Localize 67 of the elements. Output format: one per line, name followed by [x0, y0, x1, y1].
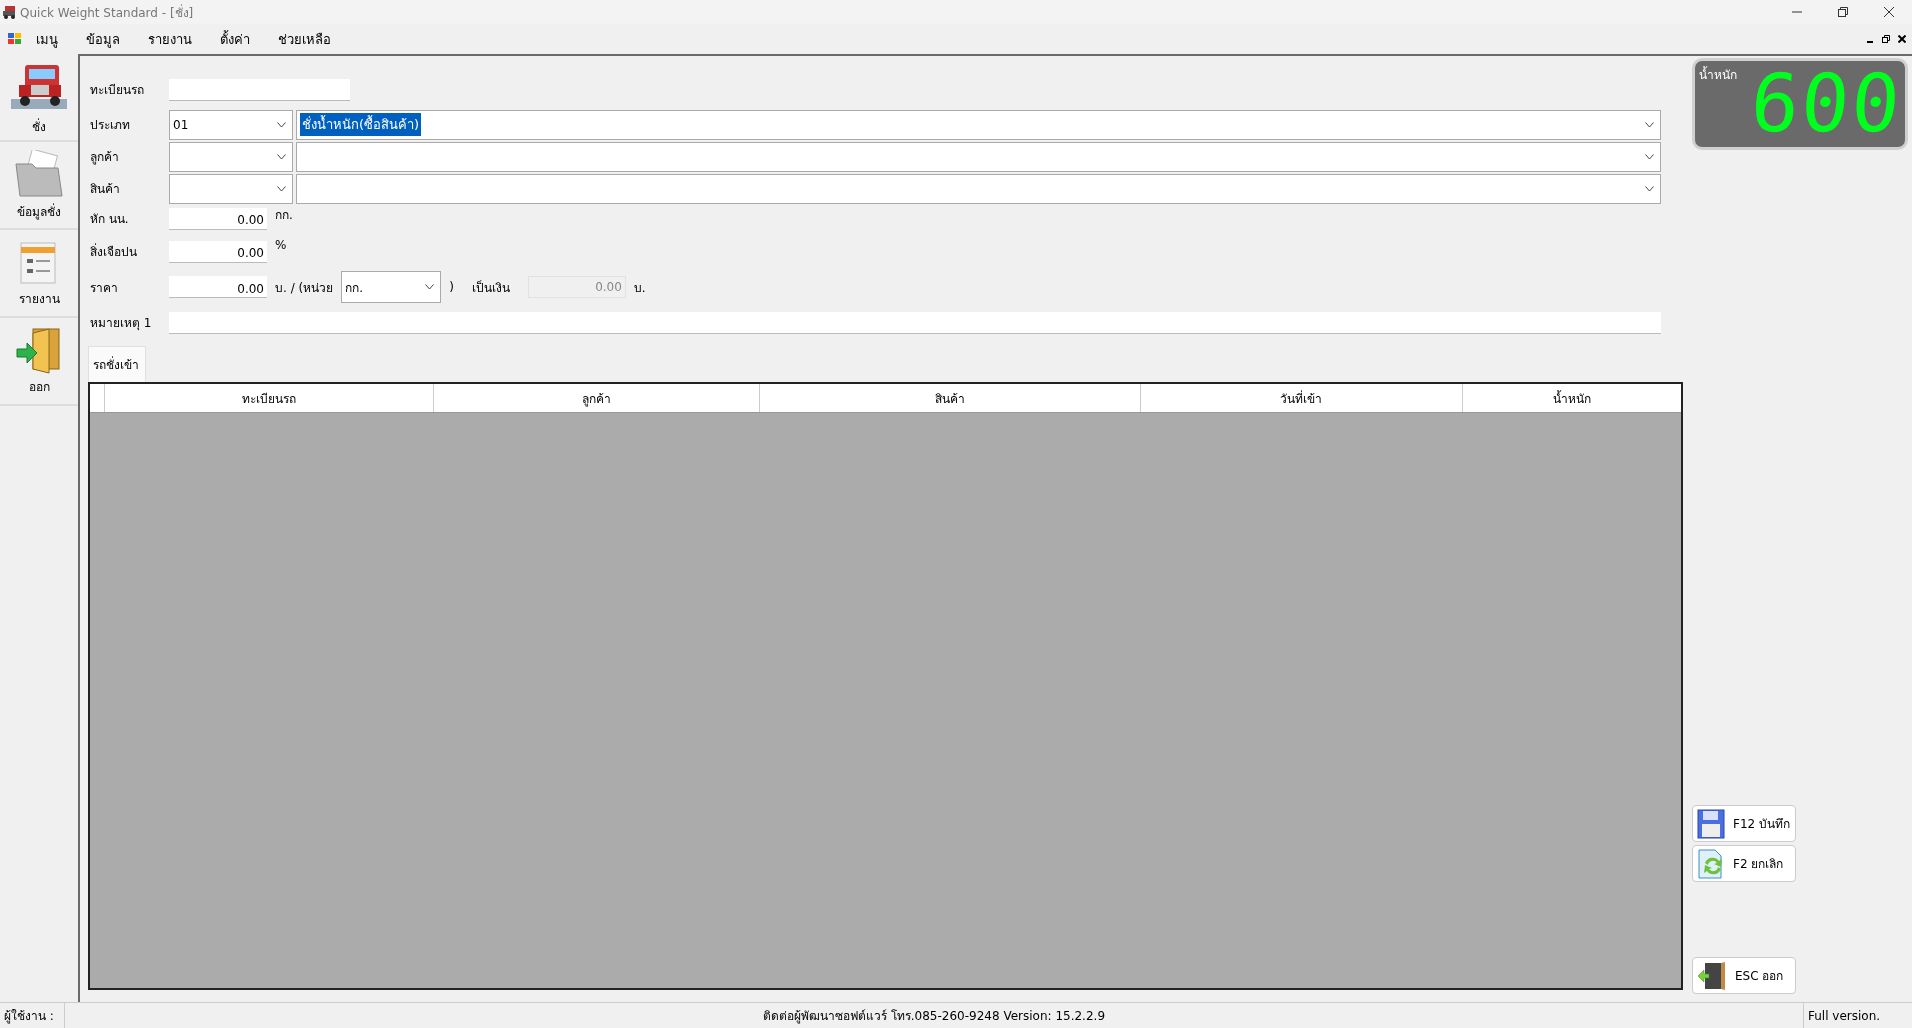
caret-icon: [277, 185, 286, 192]
window-title: Quick Weight Standard - [ชั่ง]: [20, 3, 194, 22]
field-label: สิ่งเจือปน: [89, 242, 138, 261]
field-label: หัก นน.: [89, 211, 130, 228]
menu-item[interactable]: ข้อมูล: [82, 26, 124, 52]
folder-icon: [14, 149, 64, 200]
door-arrow-icon: [1697, 960, 1727, 991]
column-header[interactable]: น้ำหนัก: [1461, 384, 1681, 412]
type-code-dropdown[interactable]: 01: [169, 109, 293, 140]
door-arrow-icon: [15, 326, 63, 375]
field-label: ลูกค้า: [89, 149, 120, 166]
caret-icon: [1645, 185, 1654, 192]
save-button[interactable]: F12 บันทึก: [1692, 805, 1796, 842]
caret-icon: [1645, 121, 1654, 128]
field-label: ทะเบียนรถ: [89, 82, 145, 99]
cancel-button[interactable]: F2 ยกเลิก: [1692, 845, 1796, 882]
close-icon[interactable]: [1898, 35, 1906, 43]
caret-icon: [277, 153, 286, 160]
price-input[interactable]: 0.00: [169, 276, 267, 298]
unit-label: บ. / (หน่วย: [275, 279, 334, 297]
deduction-input[interactable]: 0.00: [169, 207, 267, 230]
weight-value: 600: [1747, 61, 1904, 147]
field-label: ประเภท: [89, 117, 131, 134]
product-name-dropdown[interactable]: [296, 173, 1661, 204]
status-text: ติดต่อผู้พัฒนาซอฟต์แวร์ โทร.085-260-9248 Version: 15.2.2.9: [761, 1008, 1107, 1026]
sidebar-item[interactable]: ออก: [0, 318, 78, 406]
column-header[interactable]: สินค้า: [758, 384, 1141, 412]
sidebar-item[interactable]: ชั่ง: [0, 54, 78, 142]
menu-item[interactable]: ตั้งค่า: [216, 26, 254, 52]
refresh-document-icon: [1697, 848, 1725, 879]
sidebar-item[interactable]: ข้อมูลชั่ง: [0, 142, 78, 230]
amount-label: เป็นเงิน: [471, 279, 510, 297]
weight-label: น้ำหนัก: [1699, 65, 1737, 84]
grid-icon[interactable]: [8, 33, 22, 45]
user-label: ผู้ใช้งาน :: [0, 1003, 65, 1028]
impurity-input[interactable]: 0.00: [169, 240, 267, 263]
column-header[interactable]: ทะเบียนรถ: [104, 384, 433, 412]
unit-dropdown[interactable]: กก.: [341, 271, 442, 303]
note-input[interactable]: [169, 311, 1661, 334]
sidebar-item[interactable]: รายงาน: [0, 230, 78, 318]
menu-item[interactable]: ช่วยเหลือ: [274, 26, 335, 52]
field-label: สินค้า: [89, 181, 121, 198]
unit-label: กก.: [275, 207, 293, 224]
product-code-dropdown[interactable]: [169, 173, 293, 204]
column-header[interactable]: วันที่เข้า: [1140, 384, 1462, 412]
restore-icon[interactable]: [1882, 35, 1890, 43]
field-label: ราคา: [89, 279, 119, 297]
license-text: Full version.: [1803, 1003, 1912, 1028]
customer-code-dropdown[interactable]: [169, 141, 293, 172]
unit-label: %: [275, 238, 287, 252]
restore-icon[interactable]: [1838, 7, 1848, 17]
tab[interactable]: รถชั่งเข้า: [88, 346, 146, 382]
plate-input[interactable]: [169, 78, 350, 101]
exit-button[interactable]: ESC ออก: [1692, 957, 1796, 994]
caret-icon: [425, 284, 435, 290]
truck-icon: [2, 5, 16, 19]
customer-name-dropdown[interactable]: [296, 141, 1661, 172]
bracket-label: ): [449, 280, 454, 294]
caret-icon: [1645, 153, 1654, 160]
caret-icon: [277, 121, 286, 128]
menu-item[interactable]: เมนู: [32, 26, 62, 52]
close-icon[interactable]: [1884, 7, 1894, 17]
type-name-dropdown[interactable]: ชั่งน้ำหนัก(ซื้อสินค้า): [296, 109, 1661, 140]
unit-label: บ.: [633, 279, 646, 297]
menu-item[interactable]: รายงาน: [144, 26, 196, 52]
field-label: หมายเหตุ 1: [89, 315, 153, 332]
column-header[interactable]: ลูกค้า: [432, 384, 759, 412]
